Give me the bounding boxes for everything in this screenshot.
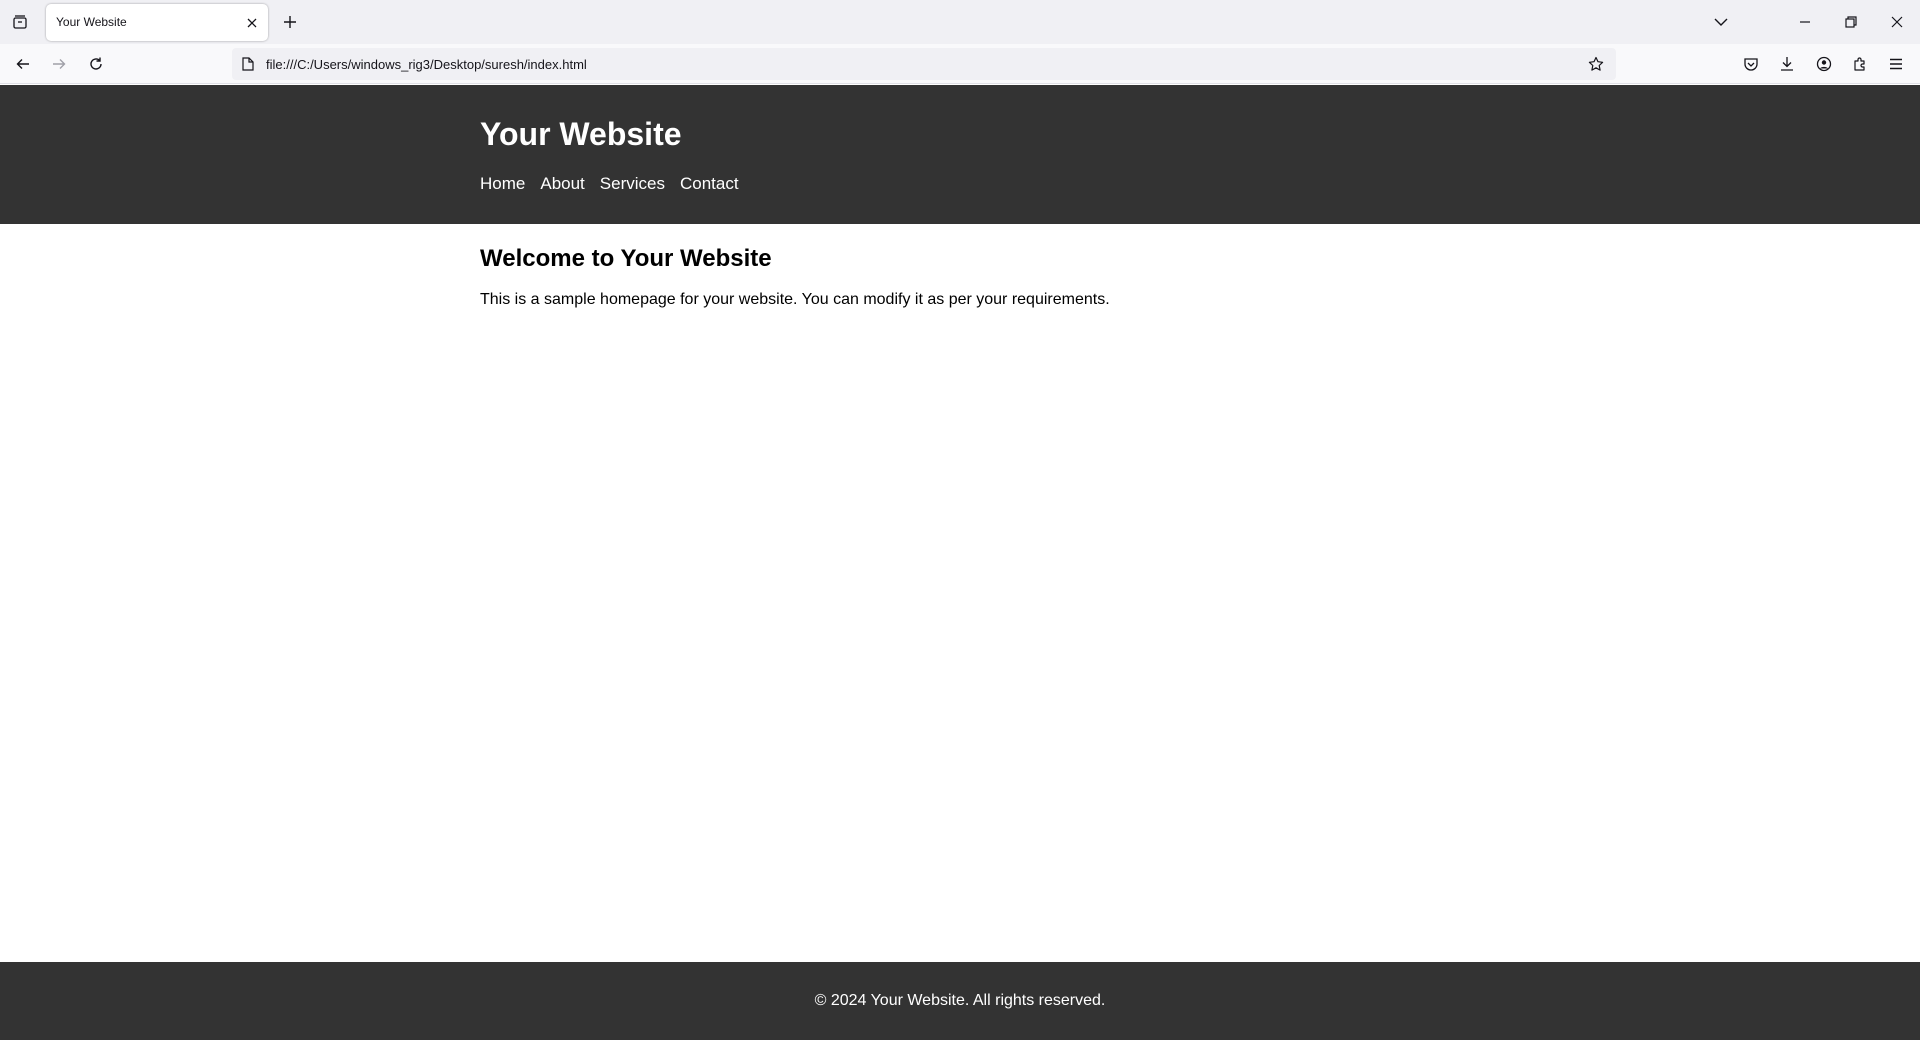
account-icon[interactable] [1809, 49, 1839, 79]
nav-link-home[interactable]: Home [480, 174, 525, 194]
close-window-icon[interactable] [1874, 0, 1920, 44]
close-tab-icon[interactable] [242, 13, 262, 33]
site-nav: Home About Services Contact [480, 174, 739, 194]
forward-icon[interactable] [44, 49, 74, 79]
reload-icon[interactable] [81, 49, 111, 79]
back-icon[interactable] [8, 49, 38, 79]
site-title: Your Website [480, 116, 682, 152]
list-all-tabs-icon[interactable] [1698, 0, 1744, 44]
welcome-heading: Welcome to Your Website [480, 245, 772, 272]
downloads-icon[interactable] [1772, 49, 1802, 79]
bookmark-star-icon[interactable] [1582, 50, 1610, 78]
copyright-text: © 2024 Your Website. All rights reserved… [814, 992, 1106, 1009]
extensions-icon[interactable] [1845, 49, 1875, 79]
site-header: Your Website Home About Services Contact [0, 85, 1920, 224]
restore-icon[interactable] [1828, 0, 1874, 44]
pocket-icon[interactable] [1736, 49, 1766, 79]
url-text[interactable]: file:///C:/Users/windows_rig3/Desktop/su… [266, 57, 587, 72]
page-viewport: Your Website Home About Services Contact… [0, 85, 1920, 1040]
nav-link-services[interactable]: Services [600, 174, 665, 194]
tab-bar: Your Website [0, 0, 1920, 44]
nav-link-about[interactable]: About [540, 174, 584, 194]
tab-list-icon[interactable] [6, 8, 34, 36]
active-tab[interactable]: Your Website [46, 4, 268, 41]
site-footer: © 2024 Your Website. All rights reserved… [0, 962, 1920, 1040]
address-bar[interactable]: file:///C:/Users/windows_rig3/Desktop/su… [232, 48, 1616, 80]
app-menu-icon[interactable] [1881, 49, 1911, 79]
minimize-icon[interactable] [1782, 0, 1828, 44]
navigation-toolbar: file:///C:/Users/windows_rig3/Desktop/su… [0, 44, 1920, 84]
tab-title: Your Website [56, 15, 127, 29]
nav-link-contact[interactable]: Contact [680, 174, 739, 194]
page-icon [240, 56, 256, 72]
new-tab-icon[interactable] [276, 8, 304, 36]
intro-paragraph: This is a sample homepage for your websi… [480, 291, 1110, 308]
